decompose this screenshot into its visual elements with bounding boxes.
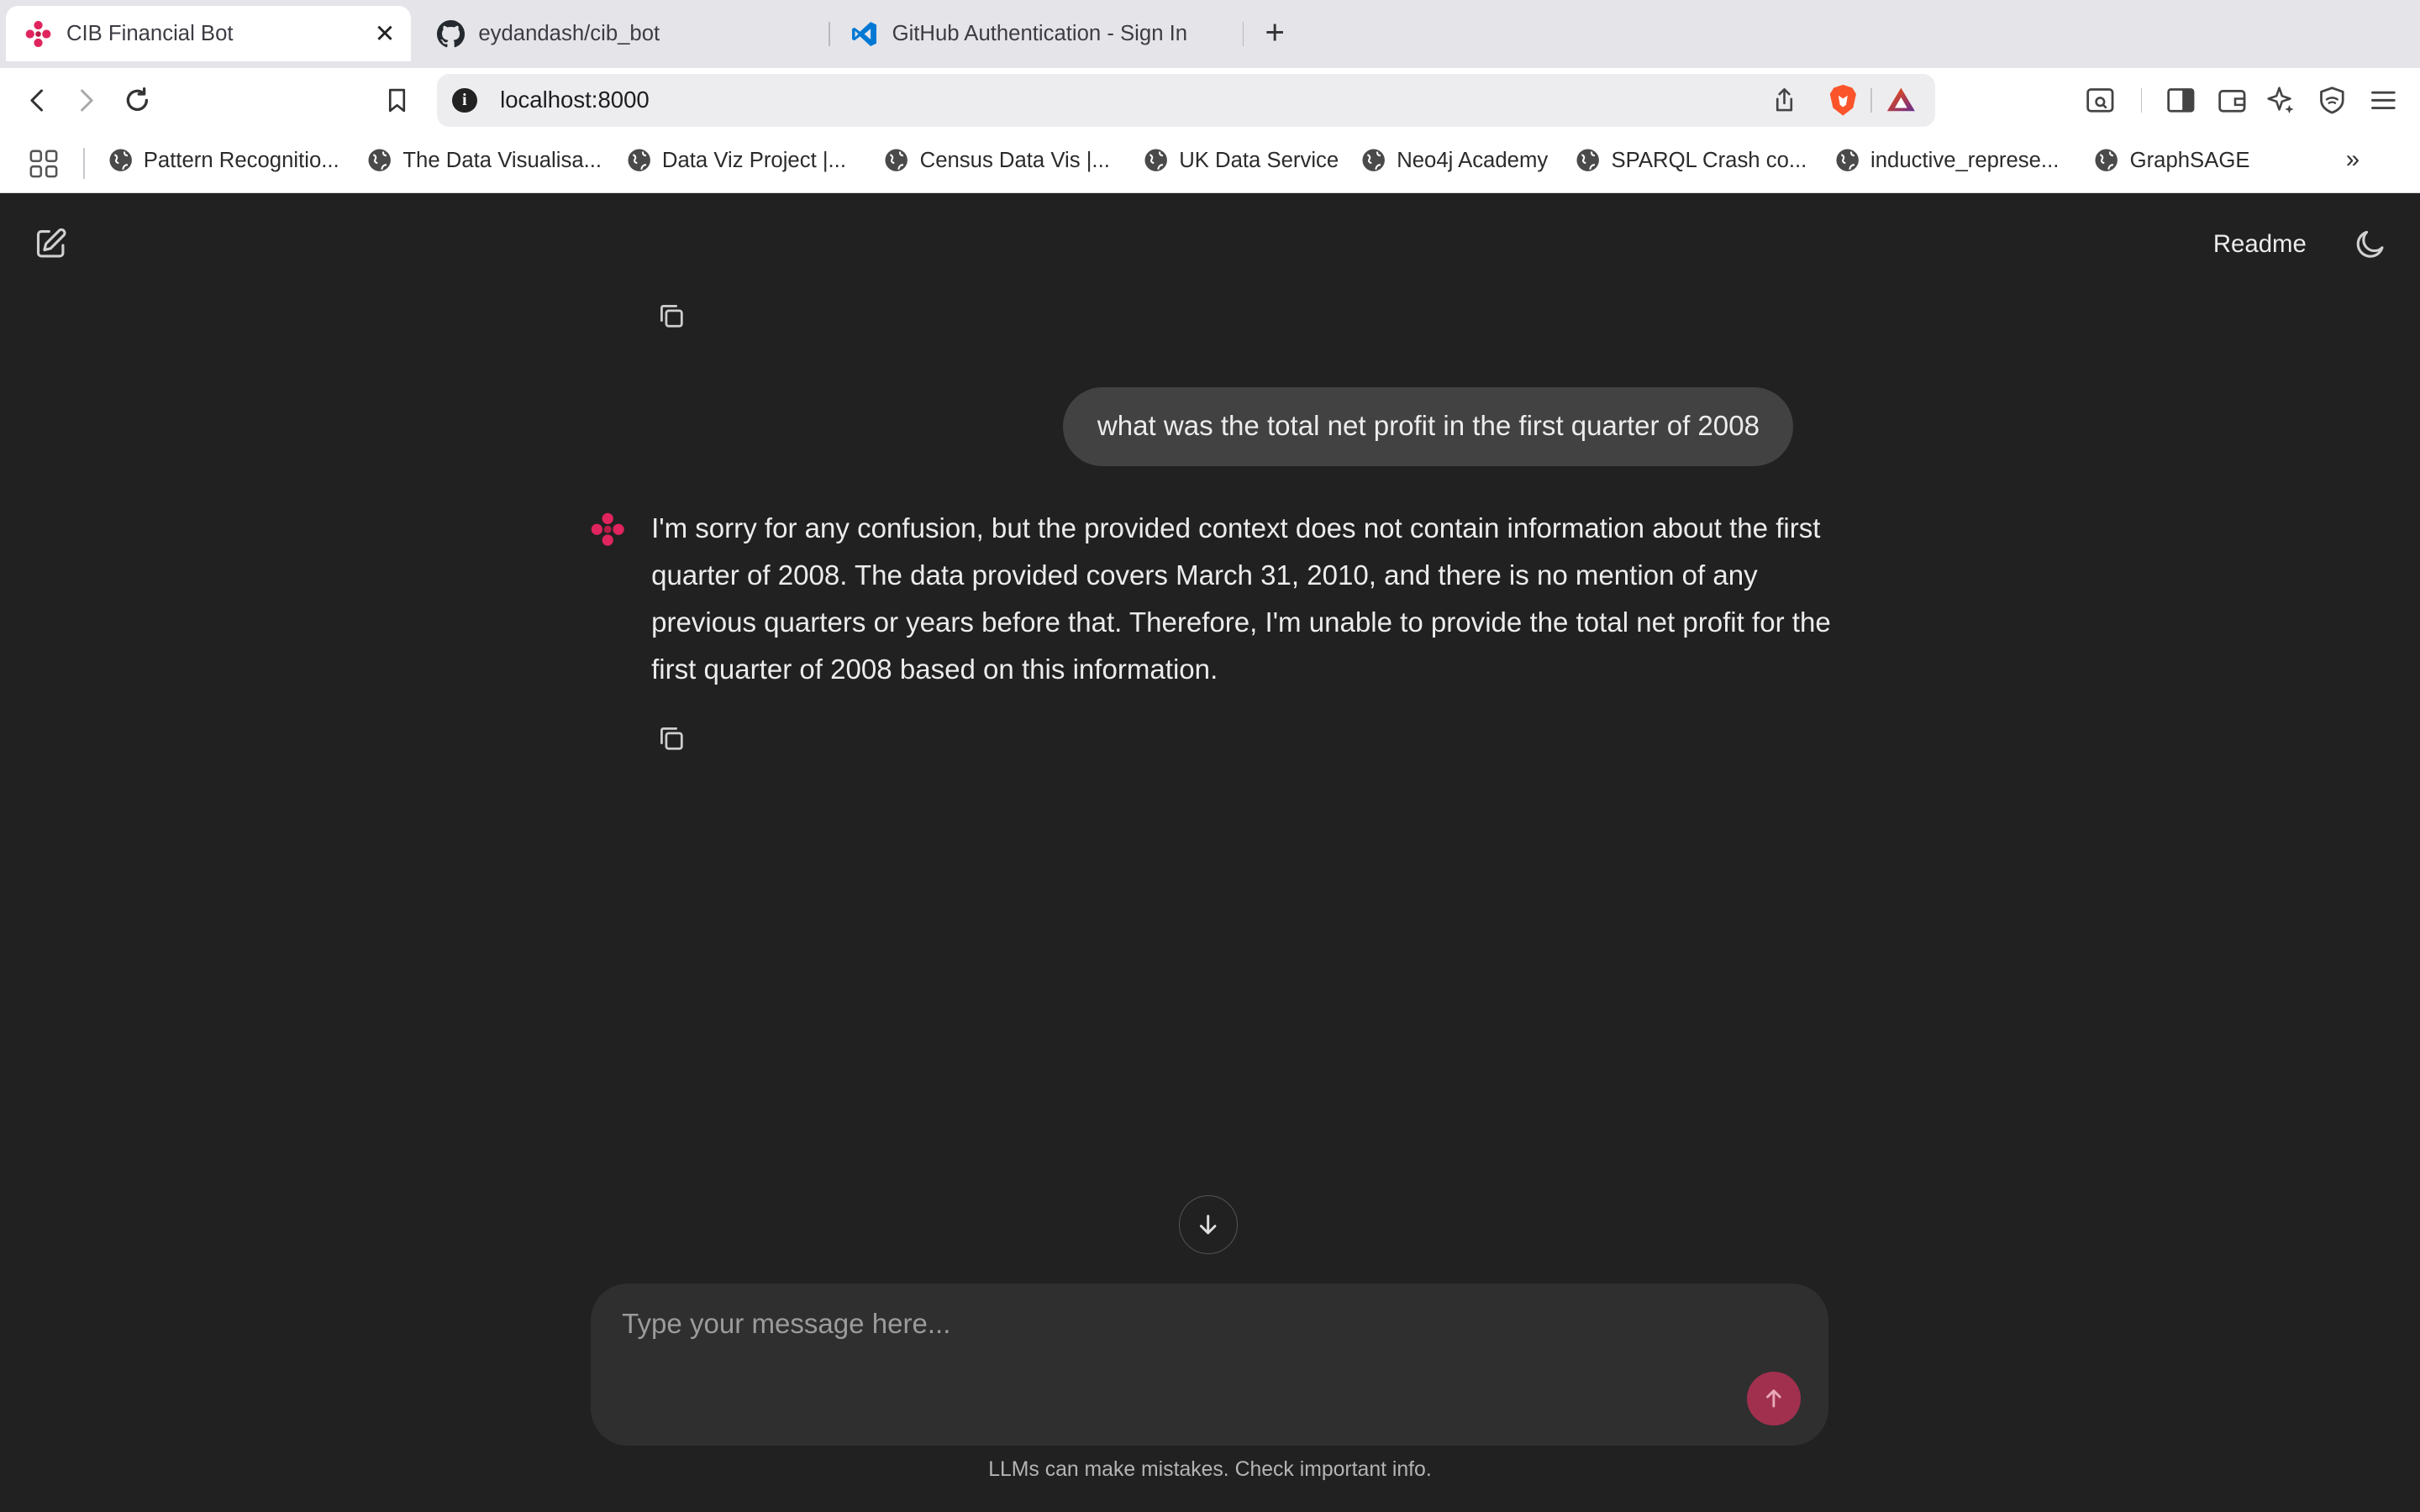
readme-button[interactable]: Readme: [2213, 230, 2307, 259]
bookmarks-bar: Pattern Recognitio... The Data Visualisa…: [0, 132, 2420, 193]
bookmark-item[interactable]: The Data Visualisa...: [367, 148, 602, 172]
bookmark-label: Census Data Vis |...: [919, 148, 1110, 172]
url-separator: [1870, 87, 1872, 113]
bookmark-item[interactable]: SPARQL Crash co...: [1576, 148, 1807, 172]
tab-github-authentication[interactable]: GitHub Authentication - Sign In: [834, 6, 1238, 61]
copy-icon[interactable]: [656, 723, 687, 754]
browser-toolbar: i localhost:8000: [0, 67, 2420, 133]
tab-title: GitHub Authentication - Sign In: [892, 21, 1188, 45]
bot-message-text: I'm sorry for any confusion, but the pro…: [651, 513, 1831, 686]
vpn-shield-icon[interactable]: [2315, 83, 2349, 117]
bookmark-item[interactable]: inductive_represe...: [1835, 148, 2060, 172]
apps-grid-icon[interactable]: [29, 150, 59, 186]
leo-ai-icon[interactable]: [2264, 83, 2297, 117]
menu-icon[interactable]: [2366, 83, 2400, 117]
bookmark-item[interactable]: UK Data Service: [1144, 148, 1339, 172]
bookmark-item[interactable]: Census Data Vis |...: [884, 148, 1110, 172]
send-button[interactable]: [1747, 1371, 1802, 1426]
message-composer: [591, 1284, 1829, 1446]
bookmark-label: Neo4j Academy: [1397, 148, 1549, 172]
user-message-bubble: what was the total net profit in the fir…: [1063, 387, 1794, 466]
share-icon[interactable]: [1767, 83, 1801, 117]
forward-icon[interactable]: [70, 83, 103, 117]
globe-icon: [1576, 149, 1600, 172]
brave-shields-icon[interactable]: [1826, 83, 1860, 117]
bookmarks-separator: [83, 148, 85, 180]
globe-icon: [368, 149, 392, 172]
sidebar-icon[interactable]: [2164, 83, 2197, 117]
bookmark-label: inductive_represe...: [1870, 148, 2060, 172]
site-info-icon[interactable]: i: [452, 87, 477, 113]
dark-mode-toggle-icon[interactable]: [2354, 227, 2387, 260]
more-bookmarks-icon[interactable]: »: [2346, 145, 2360, 174]
globe-icon: [109, 149, 132, 172]
bookmark-item[interactable]: Pattern Recognitio...: [108, 148, 339, 172]
tab-divider: [829, 21, 831, 47]
tab-github-repo[interactable]: eydandash/cib_bot: [420, 6, 818, 61]
bookmark-item[interactable]: Neo4j Academy: [1361, 148, 1548, 172]
globe-icon: [885, 149, 908, 172]
tab-divider: [1242, 21, 1244, 47]
message-input[interactable]: [618, 1305, 1706, 1358]
globe-icon: [2095, 149, 2118, 172]
scroll-to-bottom-button[interactable]: [1179, 1195, 1239, 1255]
copy-icon[interactable]: [656, 301, 687, 332]
bookmark-label: The Data Visualisa...: [402, 148, 602, 172]
disclaimer-text: LLMs can make mistakes. Check important …: [988, 1457, 1432, 1481]
bookmark-label: GraphSAGE: [2129, 148, 2250, 172]
github-icon: [436, 19, 465, 48]
search-tab-icon[interactable]: [2084, 83, 2118, 117]
globe-icon: [1836, 149, 1859, 172]
chat-app: Readme what was the total net profit in …: [0, 192, 2420, 1512]
bot-avatar-icon: [591, 512, 625, 546]
tab-cib-financial-bot[interactable]: CIB Financial Bot ✕: [6, 6, 411, 62]
bookmark-label: SPARQL Crash co...: [1611, 148, 1807, 172]
vscode-icon: [850, 20, 878, 48]
tab-title: CIB Financial Bot: [66, 21, 234, 45]
bookmark-item[interactable]: Data Viz Project |...: [627, 148, 846, 172]
bookmark-label: UK Data Service: [1179, 148, 1339, 172]
tab-title: eydandash/cib_bot: [478, 21, 660, 45]
address-bar[interactable]: i localhost:8000: [436, 74, 1936, 127]
bookmark-icon[interactable]: [380, 83, 413, 117]
back-icon[interactable]: [20, 83, 54, 117]
reload-icon[interactable]: [120, 83, 154, 117]
new-tab-button[interactable]: +: [1258, 15, 1292, 49]
new-chat-icon[interactable]: [34, 227, 67, 260]
url-text[interactable]: localhost:8000: [500, 87, 650, 113]
toolbar-separator: [2140, 87, 2143, 113]
arrow-down-icon: [1200, 1214, 1217, 1234]
wallet-icon[interactable]: [2215, 83, 2249, 117]
cib-logo-icon: [24, 20, 52, 48]
bookmark-label: Data Viz Project |...: [661, 148, 846, 172]
bookmark-item[interactable]: GraphSAGE: [2094, 148, 2249, 172]
globe-icon: [628, 149, 650, 172]
arrow-up-icon: [1766, 1389, 1782, 1408]
bookmark-label: Pattern Recognitio...: [143, 148, 339, 172]
brave-rewards-icon[interactable]: [1885, 83, 1918, 117]
browser-tab-strip: CIB Financial Bot ✕ eydandash/cib_bot Gi…: [0, 0, 2420, 68]
globe-icon: [1362, 149, 1385, 172]
close-tab-icon[interactable]: ✕: [375, 20, 396, 48]
globe-icon: [1144, 149, 1167, 172]
